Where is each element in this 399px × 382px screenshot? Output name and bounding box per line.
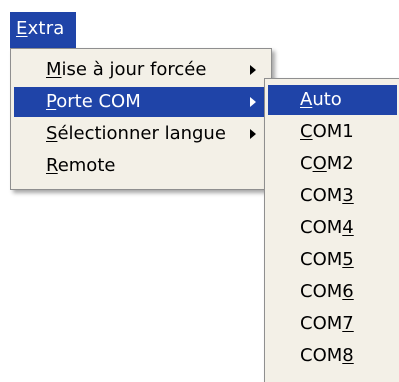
- screenshot-root: Extra Mise à jour forcée Porte COM Sélec…: [0, 0, 399, 382]
- menu-item-porte-com[interactable]: Porte COM: [14, 87, 268, 117]
- menu-extra-label-rest: xtra: [27, 18, 65, 39]
- menu-item-mise-a-jour-forcee[interactable]: Mise à jour forcée: [14, 55, 268, 85]
- submenu-item-label-rest: uto: [312, 89, 342, 110]
- submenu-item-com6[interactable]: COM6: [268, 277, 397, 307]
- submenu-item-label-pre: C: [300, 153, 313, 174]
- submenu-item-label-accel: 8: [342, 345, 354, 366]
- submenu-item-label-rest: M2: [326, 153, 354, 174]
- menu-extra[interactable]: Extra: [10, 12, 76, 48]
- submenu-item-label-accel: C: [300, 121, 313, 142]
- submenu-item-com7[interactable]: COM7: [268, 309, 397, 339]
- submenu-item-label-pre: COM: [300, 281, 343, 302]
- menu-item-label-accel: P: [46, 91, 57, 112]
- porte-com-submenu: Auto COM1 COM2 COM3 COM4 COM5 COM6 COM7 …: [264, 78, 399, 382]
- submenu-item-label-accel: 7: [342, 313, 354, 334]
- submenu-item-label-accel: O: [312, 153, 327, 174]
- submenu-item-com4[interactable]: COM4: [268, 213, 397, 243]
- menu-extra-label-accel: E: [16, 18, 28, 39]
- submenu-item-com5[interactable]: COM5: [268, 245, 397, 275]
- submenu-item-label-accel: 3: [342, 185, 354, 206]
- submenu-arrow-icon: [250, 65, 256, 75]
- submenu-item-label-rest: OM1: [312, 121, 354, 142]
- submenu-item-label-accel: 6: [342, 281, 354, 302]
- submenu-item-com3[interactable]: COM3: [268, 181, 397, 211]
- menu-item-selectionner-langue[interactable]: Sélectionner langue: [14, 119, 268, 149]
- menu-item-label-rest: orte COM: [56, 91, 141, 112]
- submenu-item-label-pre: COM: [300, 185, 343, 206]
- submenu-item-label-accel: 5: [342, 249, 354, 270]
- submenu-arrow-icon: [250, 97, 256, 107]
- submenu-item-label-accel: A: [300, 89, 313, 110]
- menu-item-label-accel: M: [46, 59, 62, 80]
- menu-item-label-accel: R: [46, 155, 58, 176]
- menu-item-label-rest: électionner langue: [57, 123, 226, 144]
- submenu-item-label-pre: COM: [300, 249, 343, 270]
- submenu-item-label-accel: 4: [342, 217, 354, 238]
- submenu-item-com2[interactable]: COM2: [268, 149, 397, 179]
- submenu-item-label-pre: COM: [300, 345, 343, 366]
- submenu-item-auto[interactable]: Auto: [268, 85, 397, 115]
- menu-item-label-rest: emote: [57, 155, 116, 176]
- menu-item-remote[interactable]: Remote: [14, 151, 268, 181]
- menu-item-label-accel: S: [46, 123, 58, 144]
- extra-dropdown-menu: Mise à jour forcée Porte COM Sélectionne…: [10, 48, 272, 190]
- submenu-item-label-pre: COM: [300, 217, 343, 238]
- submenu-item-com8[interactable]: COM8: [268, 341, 397, 371]
- menu-item-label-rest: ise à jour forcée: [61, 59, 207, 80]
- submenu-item-label-pre: COM: [300, 313, 343, 334]
- submenu-item-com1[interactable]: COM1: [268, 117, 397, 147]
- submenu-arrow-icon: [250, 129, 256, 139]
